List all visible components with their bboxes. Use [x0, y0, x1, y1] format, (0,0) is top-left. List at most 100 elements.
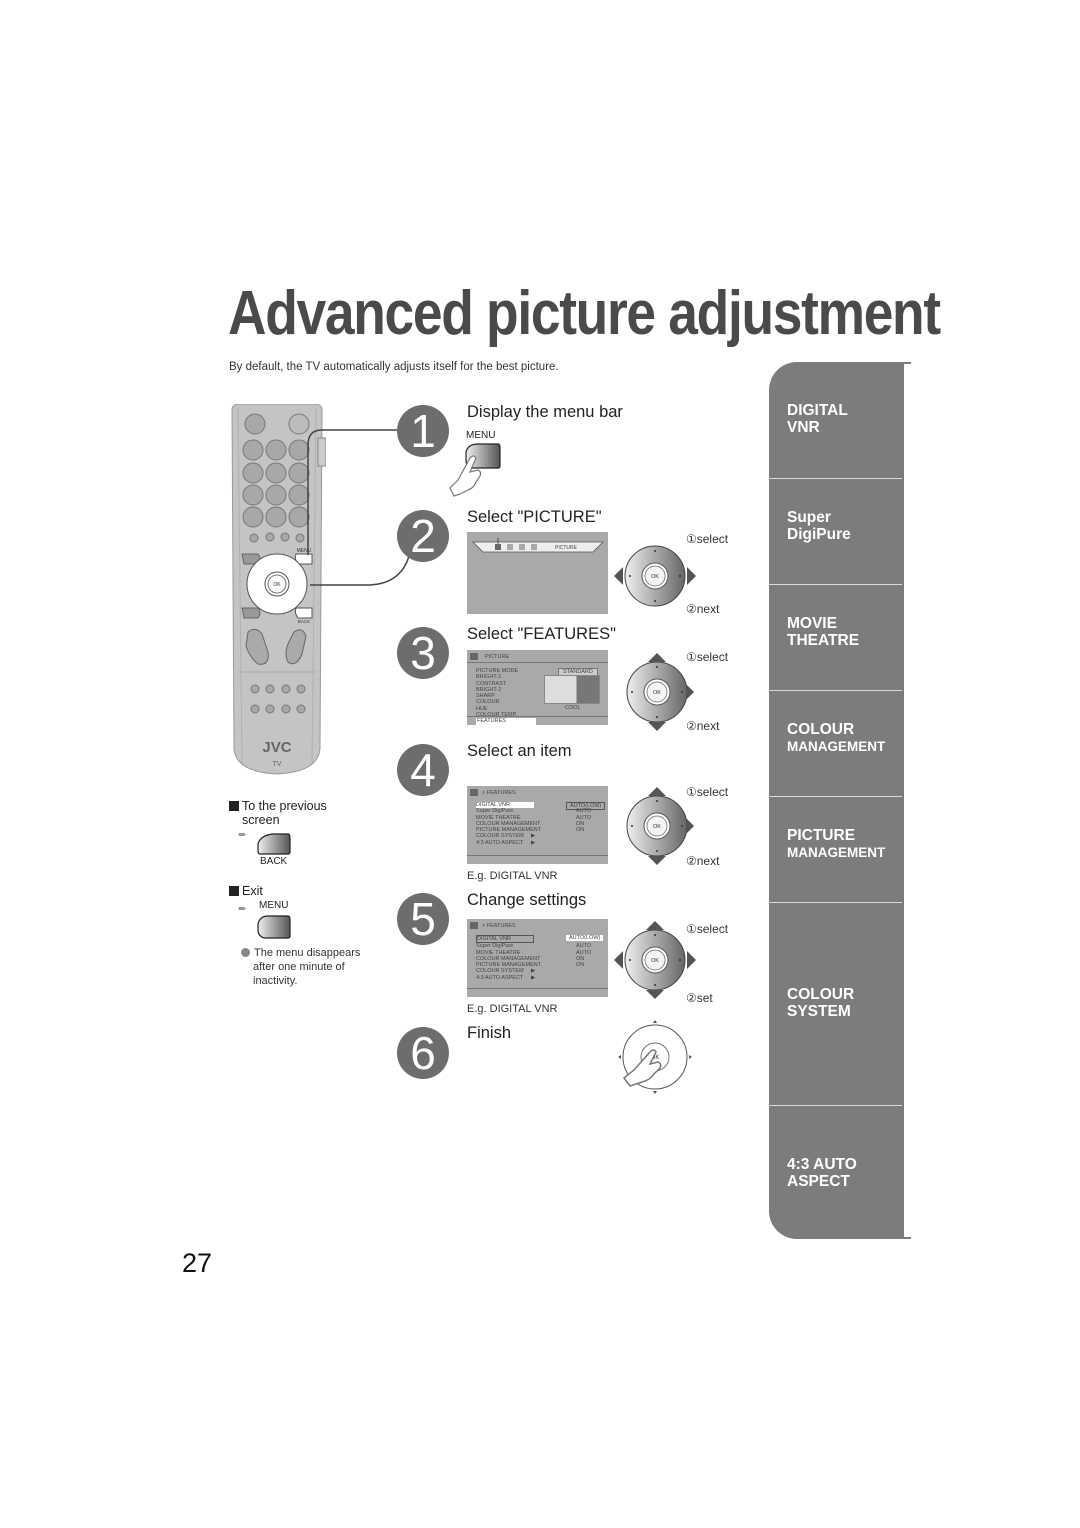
back-button-illustration[interactable] [256, 832, 292, 856]
osd-picture-screen: PICTURE PICTURE MODE BRIGHT-1 CONTRAST BRIG… [467, 650, 608, 725]
osd-features-screen-step5: > FEATURES DIGITAL VNR AUTO(LOW) Super Dig… [467, 919, 608, 997]
tab-colour-system[interactable]: COLOUR SYSTEM [769, 903, 902, 1106]
tab-label: DIGITAL VNR [787, 402, 848, 436]
osd-features-screen-step4: > FEATURES DIGITAL VNR AUTO(LOW) Super Dig… [467, 786, 608, 864]
osd-feature-value: ▶ [531, 839, 536, 846]
osd-feature-name: DIGITAL VNR [476, 935, 534, 944]
dpad-step-3[interactable]: OK [612, 647, 702, 737]
osd-feature-name: PICTURE MANAGEMENT [476, 827, 542, 834]
step-5-title: Change settings [467, 891, 587, 909]
step-1-title: Display the menu bar [467, 403, 623, 421]
step-5-number: 5 [397, 893, 449, 945]
step-1-number: 1 [397, 405, 449, 457]
svg-text:BACK: BACK [298, 619, 310, 624]
tab-super-digipure[interactable]: Super DigiPure [769, 479, 902, 585]
sound-menu-icon [507, 544, 513, 550]
note-previous-line2: screen [242, 813, 280, 827]
step-5-caption: E.g. DIGITAL VNR [467, 1003, 558, 1015]
osd-feature-row[interactable]: 4:3 AUTO ASPECT ▶ [476, 840, 601, 846]
picture-menu-icon [495, 544, 501, 550]
osd-feature-name: COLOUR MANAGEMENT [476, 820, 541, 827]
step-4-caption: E.g. DIGITAL VNR [467, 870, 558, 882]
note-previous-line1: To the previous [242, 799, 327, 813]
menu-note-line2: after one minute of [253, 961, 345, 973]
left-arrow-icon [614, 567, 623, 585]
dpad-step-5[interactable]: OK [610, 915, 700, 1005]
step-2-title: Select "PICTURE" [467, 508, 602, 526]
osd-feature-name: PICTURE MANAGEMENT [476, 962, 542, 969]
osd-features-items: DIGITAL VNR AUTO(LOW) Super DigiPure AUTO MO… [476, 802, 606, 846]
step-4-title: Select an item [467, 742, 572, 760]
setup-menu-icon [531, 544, 537, 550]
osd-feature-row[interactable]: 4:3 AUTO ASPECT ▶ [476, 975, 601, 981]
osd-feature-value: AUTO(LOW) [566, 935, 604, 942]
features-menu-icon [519, 544, 525, 550]
step-6-title: Finish [467, 1024, 512, 1042]
picture-menu-icon [470, 653, 478, 660]
osd-header: PICTURE [485, 654, 510, 660]
picture-level-bars [544, 675, 600, 704]
square-bullet-icon [229, 801, 239, 811]
page-title: Advanced picture adjustment [228, 279, 941, 348]
osd-feature-name: 4:3 AUTO ASPECT [476, 974, 524, 981]
down-arrow-icon [648, 722, 666, 731]
tab-colour-management[interactable]: COLOUR MANAGEMENT [769, 691, 902, 797]
step-4-number: 4 [397, 744, 449, 796]
bullet-dot-icon [241, 948, 250, 957]
osd-feature-name: Super DigiPure [476, 943, 514, 950]
menu-press-illustration[interactable] [448, 442, 504, 500]
colour-temp-value: COOL [565, 705, 581, 711]
down-arrow-icon [648, 856, 666, 865]
intro-text: By default, the TV automatically adjusts… [229, 361, 559, 373]
arrow-icon: ➨ [238, 829, 248, 841]
osd-header: > FEATURES [482, 923, 516, 929]
osd-feature-row[interactable]: DIGITAL VNR AUTO(LOW) [476, 935, 604, 944]
osd-feature-name: COLOUR SYSTEM [476, 833, 524, 840]
up-arrow-icon [646, 921, 664, 930]
down-arrow-icon [646, 990, 664, 999]
osd-menubar-screen: PICTURE [467, 532, 608, 614]
svg-text:TV: TV [273, 761, 282, 768]
menu-note-line1: The menu disappears [254, 947, 361, 959]
osd-feature-name: 4:3 AUTO ASPECT [476, 839, 524, 846]
tab-label: MOVIE THEATRE [787, 615, 860, 649]
dpad-step-4[interactable]: OK [612, 781, 702, 871]
tab-picture-management[interactable]: PICTURE MANAGEMENT [769, 797, 902, 903]
menu-note-line3: inactivity. [253, 975, 298, 987]
svg-text:OK: OK [653, 824, 661, 830]
tab-digital-vnr[interactable]: DIGITAL VNR [769, 362, 902, 479]
menu-button-illustration[interactable] [256, 914, 292, 940]
back-button-label: BACK [260, 856, 288, 867]
tab-4-3-auto-aspect[interactable]: 4:3 AUTO ASPECT [769, 1106, 902, 1239]
note-previous-screen: To the previous screen [229, 799, 327, 827]
tab-movie-theatre[interactable]: MOVIE THEATRE [769, 585, 902, 691]
up-arrow-icon [648, 653, 666, 662]
svg-text:OK: OK [651, 574, 659, 580]
tab-label: 4:3 AUTO ASPECT [787, 1156, 857, 1190]
step-1-menu-label: MENU [466, 430, 496, 441]
step-6-number: 6 [397, 1027, 449, 1079]
up-arrow-icon [648, 787, 666, 796]
arrow-icon: ➨ [238, 903, 248, 915]
left-arrow-icon [614, 951, 623, 969]
menu-timeout-note: The menu disappears after one minute of … [241, 946, 360, 988]
note-exit: Exit [229, 884, 263, 898]
osd-feature-value: ▶ [531, 974, 536, 981]
osd-menu-item[interactable]: FEATURES [476, 718, 536, 725]
square-bullet-icon [229, 886, 239, 896]
jvc-logo: JVC [262, 739, 291, 756]
tab-label: COLOUR SYSTEM [787, 986, 855, 1020]
dpad-step-6[interactable]: OK [610, 1012, 700, 1102]
dpad-step-2[interactable]: OK [610, 531, 700, 621]
tab-label: COLOUR MANAGEMENT [787, 721, 886, 754]
section-tab-bar: DIGITAL VNR Super DigiPure MOVIE THEATRE COLOU… [769, 362, 902, 1239]
osd-features-items: DIGITAL VNR AUTO(LOW) Super DigiPure AUTO MO… [476, 935, 604, 981]
step-2-number: 2 [397, 510, 449, 562]
svg-text:OK: OK [653, 690, 661, 696]
note-exit-label: Exit [242, 884, 263, 898]
right-arrow-icon [687, 685, 694, 699]
svg-text:OK: OK [651, 958, 659, 964]
osd-menubar-label: PICTURE [555, 545, 577, 551]
page-number: 27 [182, 1248, 213, 1278]
osd-feature-name: Super DigiPure [476, 808, 514, 815]
